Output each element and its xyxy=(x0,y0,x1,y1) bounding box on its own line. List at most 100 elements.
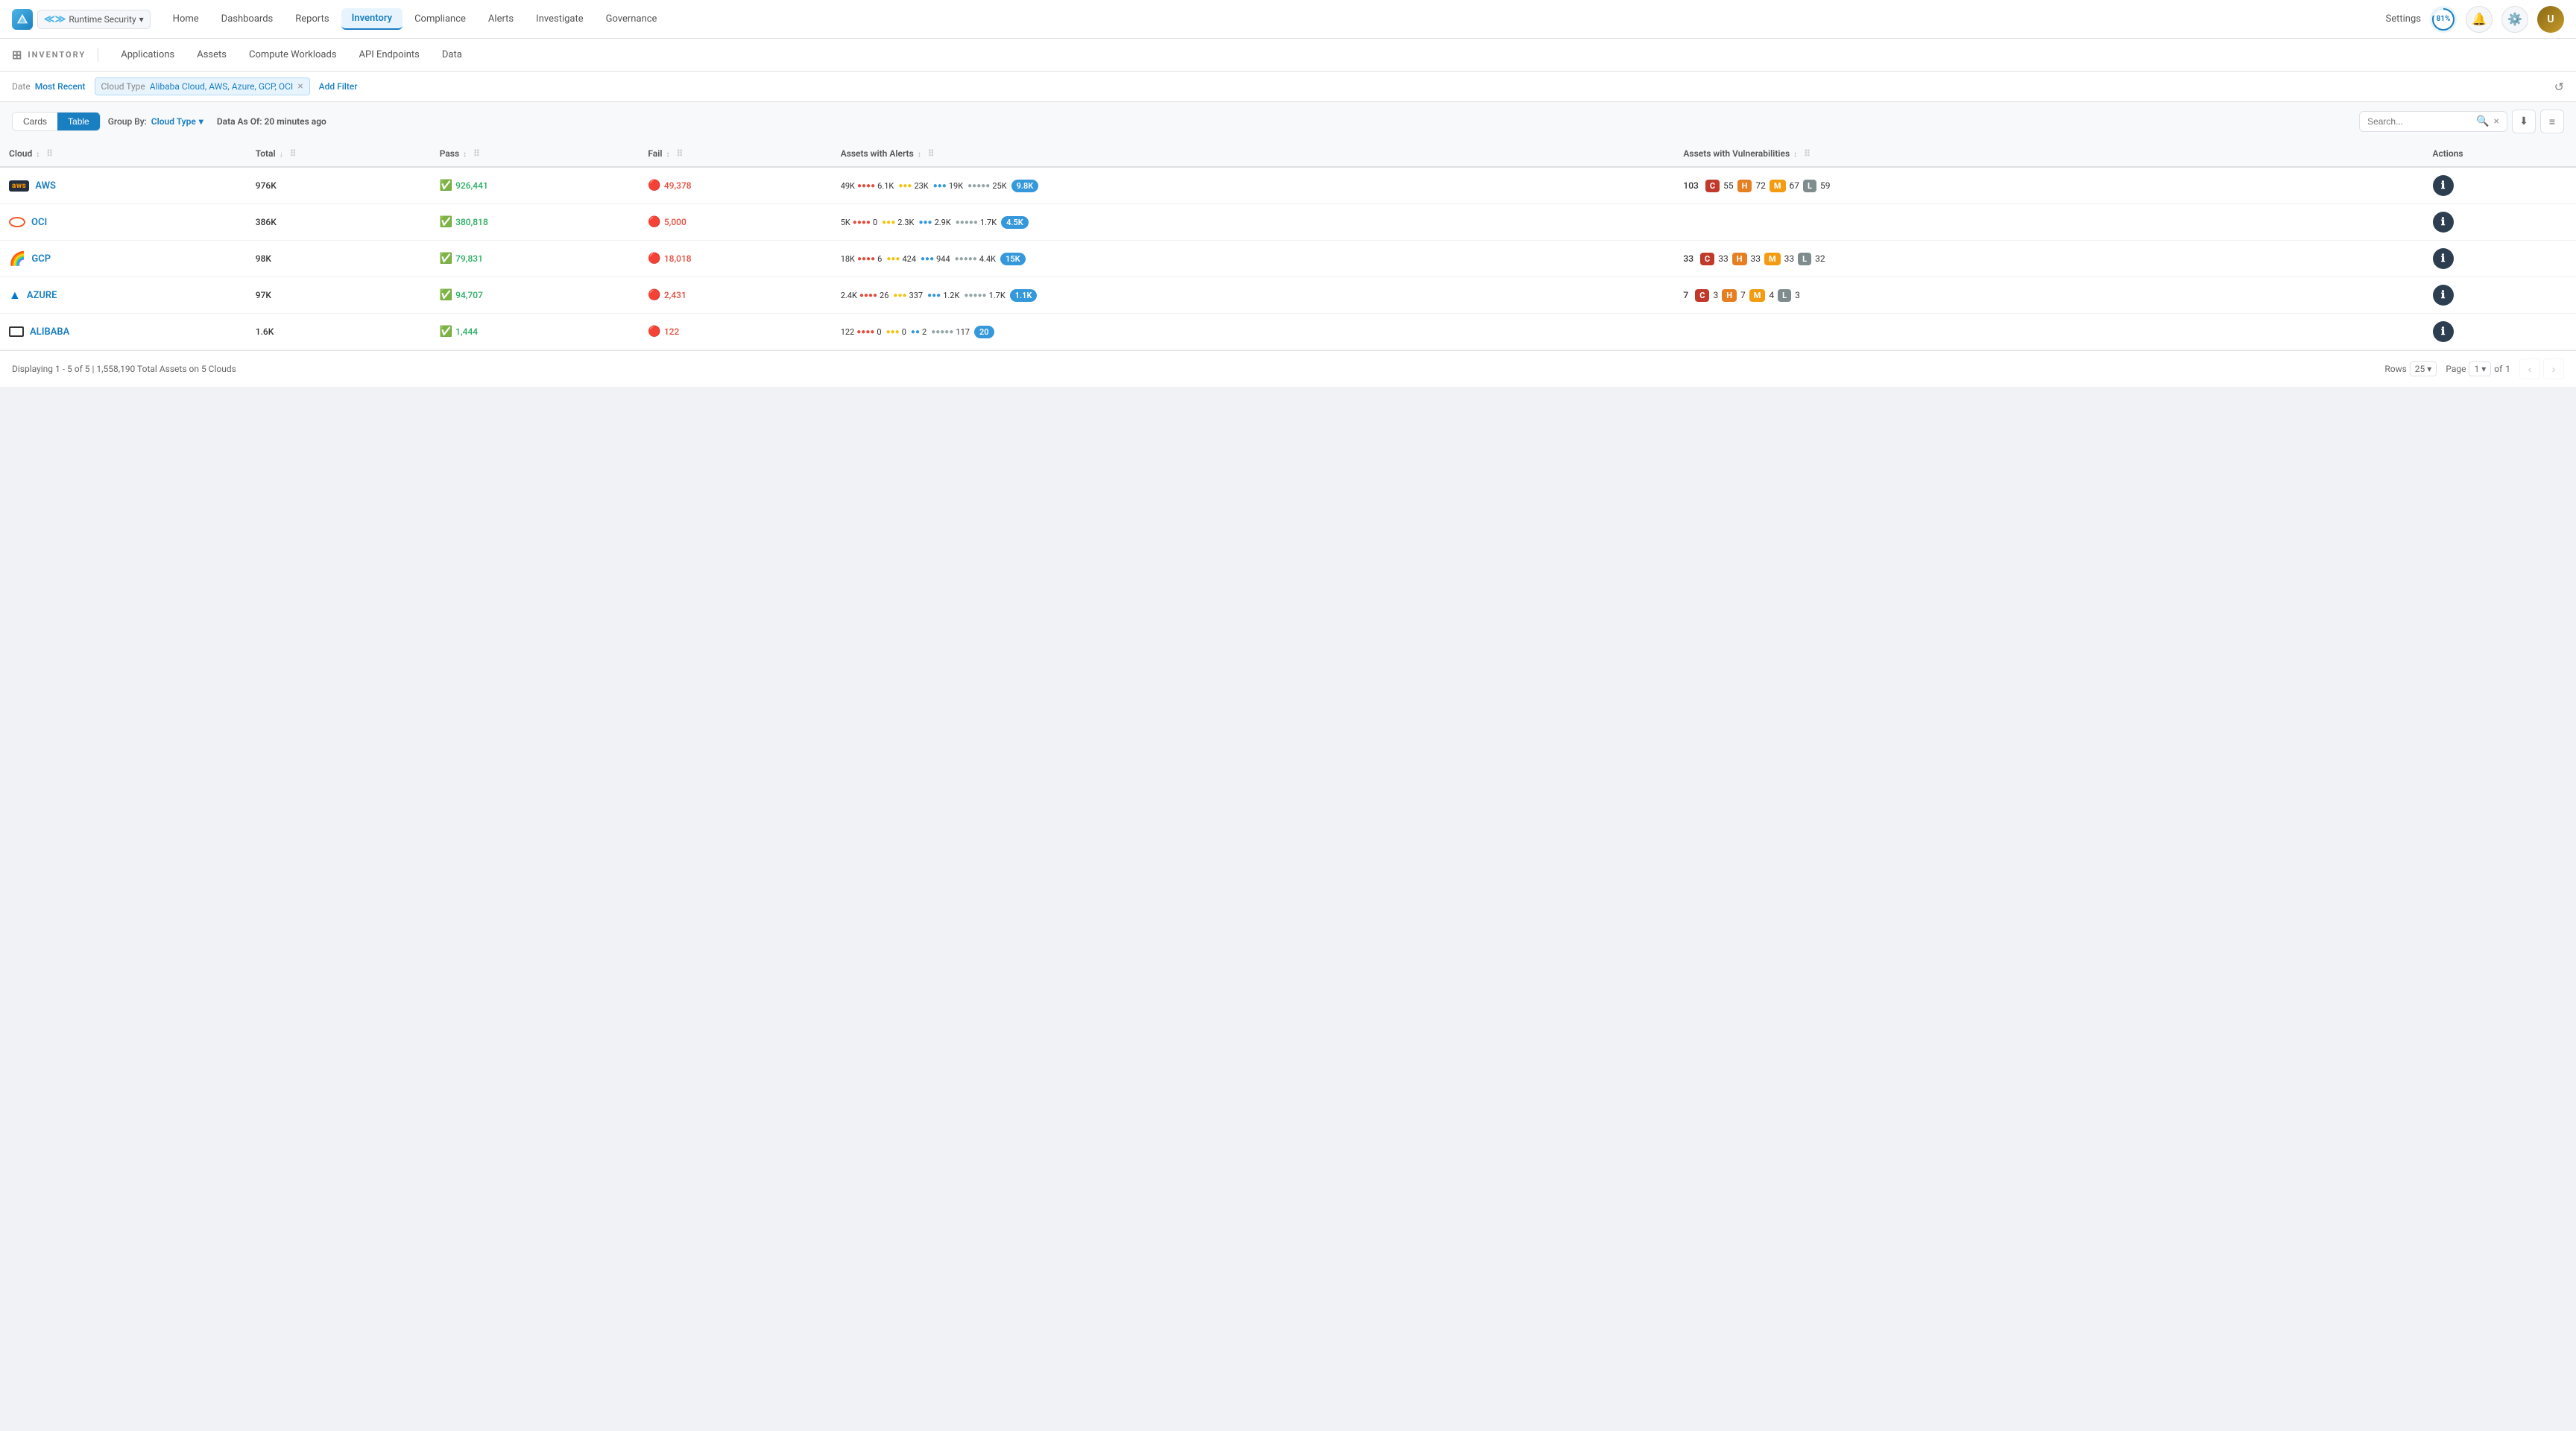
search-input[interactable] xyxy=(2367,116,2472,127)
vulns-sort-icon: ↕ xyxy=(1793,151,1797,159)
score-badge[interactable]: 81% xyxy=(2430,6,2457,33)
nav-reports[interactable]: Reports xyxy=(285,9,339,29)
critical-count: 122 xyxy=(841,327,855,337)
info-alert-val: 1.7K xyxy=(989,291,1006,300)
medium-alert-group: ●●● 337 xyxy=(893,291,923,300)
azure-logo-icon: ▲ xyxy=(9,288,21,303)
cloud-name-alibaba[interactable]: ALIBABA xyxy=(30,326,69,338)
groupby-select[interactable]: Cloud Type ▾ xyxy=(151,116,203,127)
nav-investigate[interactable]: Investigate xyxy=(525,9,593,29)
total-value: 976K xyxy=(256,180,277,191)
low-alert-group: ●●● 944 xyxy=(921,254,950,264)
alert-total-badge[interactable]: 4.5K xyxy=(1001,216,1029,229)
pass-cell: ✅ 1,444 xyxy=(431,314,640,350)
alert-total-badge[interactable]: 9.8K xyxy=(1011,180,1039,192)
nav-api-endpoints[interactable]: API Endpoints xyxy=(349,45,430,65)
date-filter[interactable]: Date Most Recent xyxy=(12,81,86,92)
info-alert-group: ●●●●● 117 xyxy=(931,327,970,337)
inventory-nav-links: Applications Assets Compute Workloads AP… xyxy=(110,45,473,65)
low-dots-icon: ●●● xyxy=(933,182,947,190)
cloud-sort-icon: ↕ xyxy=(36,151,40,159)
critical-dots-icon: ●●●● xyxy=(857,255,875,263)
page-select-box[interactable]: 1 ▾ xyxy=(2469,361,2491,376)
alerts-drag-handle[interactable]: ⠿ xyxy=(928,148,935,159)
total-value: 97K xyxy=(256,290,271,300)
cloud-drag-handle[interactable]: ⠿ xyxy=(46,148,53,159)
settings-link[interactable]: Settings xyxy=(2386,13,2421,25)
add-filter-button[interactable]: Add Filter xyxy=(319,81,358,92)
brand-selector[interactable]: ≪≫ Runtime Security ▾ xyxy=(37,10,151,29)
nav-compute-workloads[interactable]: Compute Workloads xyxy=(239,45,347,65)
cloud-type-filter-remove[interactable]: × xyxy=(297,80,303,92)
columns-button[interactable]: ≡ xyxy=(2540,110,2564,133)
pass-column-header[interactable]: Pass ↕ ⠿ xyxy=(431,141,640,167)
table-view-button[interactable]: Table xyxy=(57,113,100,130)
low-vuln-count: 59 xyxy=(1820,180,1831,191)
fail-drag-handle[interactable]: ⠿ xyxy=(676,148,683,159)
high-alert-val: 0 xyxy=(873,218,877,227)
alert-total-badge[interactable]: 20 xyxy=(974,326,994,338)
nav-inventory[interactable]: Inventory xyxy=(341,8,403,30)
gear-icon: ⚙️ xyxy=(2507,12,2522,26)
prev-page-button[interactable]: ‹ xyxy=(2519,358,2540,379)
nav-data[interactable]: Data xyxy=(432,45,473,65)
rows-select-box[interactable]: 25 ▾ xyxy=(2410,361,2437,376)
total-cell: 97K xyxy=(247,277,431,314)
cloud-name-aws[interactable]: AWS xyxy=(35,180,56,192)
alerts-cell: 2.4K ●●●● 26 ●●● 337 ●●● 1.2K ●●●●● 1.7K… xyxy=(832,277,1675,314)
nav-governance[interactable]: Governance xyxy=(596,9,668,29)
action-info-button[interactable]: ℹ xyxy=(2433,321,2454,342)
action-info-button[interactable]: ℹ xyxy=(2433,285,2454,306)
cloud-name-gcp[interactable]: GCP xyxy=(31,253,51,265)
fail-cell: 🔴 5,000 xyxy=(639,204,831,241)
total-column-header[interactable]: Total ↓ ⠿ xyxy=(247,141,431,167)
pass-drag-handle[interactable]: ⠿ xyxy=(473,148,480,159)
undo-button[interactable]: ↺ xyxy=(2554,80,2564,94)
nav-assets[interactable]: Assets xyxy=(186,45,237,65)
vulns-column-header[interactable]: Assets with Vulnerabilities ↕ ⠿ xyxy=(1674,141,2423,167)
action-info-button[interactable]: ℹ xyxy=(2433,212,2454,233)
total-cell: 1.6K xyxy=(247,314,431,350)
score-value: 81% xyxy=(2434,10,2453,29)
alert-total-badge[interactable]: 15K xyxy=(1000,253,1026,265)
cloud-type-filter[interactable]: Cloud Type Alibaba Cloud, AWS, Azure, GC… xyxy=(95,78,310,95)
nav-compliance[interactable]: Compliance xyxy=(404,9,476,29)
page-selector: Page 1 ▾ of 1 xyxy=(2446,361,2510,376)
aws-logo-icon: aws xyxy=(9,180,29,192)
total-cell: 386K xyxy=(247,204,431,241)
fail-error-icon: 🔴 xyxy=(648,326,660,338)
action-info-button[interactable]: ℹ xyxy=(2433,175,2454,196)
medium-alert-group: ●●● 0 xyxy=(886,327,906,337)
high-alert-val: 6 xyxy=(877,254,882,264)
table-row: aws AWS 976K ✅ 926,441 🔴 49,378 49K ●●●● xyxy=(0,167,2576,204)
search-clear-icon[interactable]: × xyxy=(2494,116,2499,127)
settings-button[interactable]: ⚙️ xyxy=(2501,6,2528,33)
download-button[interactable]: ⬇ xyxy=(2512,110,2536,133)
notifications-button[interactable]: 🔔 xyxy=(2466,6,2493,33)
nav-applications[interactable]: Applications xyxy=(110,45,185,65)
cloud-name-azure[interactable]: AZURE xyxy=(27,290,57,301)
fail-column-header[interactable]: Fail ↕ ⠿ xyxy=(639,141,831,167)
search-icon[interactable]: 🔍 xyxy=(2476,116,2489,127)
total-drag-handle[interactable]: ⠿ xyxy=(290,148,297,159)
nav-alerts[interactable]: Alerts xyxy=(478,9,524,29)
user-avatar[interactable]: U xyxy=(2537,6,2564,33)
alerts-column-header[interactable]: Assets with Alerts ↕ ⠿ xyxy=(832,141,1675,167)
total-cell: 98K xyxy=(247,241,431,277)
app-logo[interactable] xyxy=(12,9,33,30)
cloud-column-header[interactable]: Cloud ↕ ⠿ xyxy=(0,141,247,167)
vulns-drag-handle[interactable]: ⠿ xyxy=(1804,148,1811,159)
next-page-button[interactable]: › xyxy=(2543,358,2564,379)
low-alert-val: 2.9K xyxy=(935,218,951,227)
action-info-button[interactable]: ℹ xyxy=(2433,248,2454,269)
main-navigation: Home Dashboards Reports Inventory Compli… xyxy=(162,8,2380,30)
cloud-name-oci[interactable]: OCI xyxy=(31,217,47,228)
inventory-icon: ⊞ xyxy=(12,48,23,62)
alert-total-badge[interactable]: 1.1K xyxy=(1010,289,1038,302)
low-alert-val: 19K xyxy=(949,181,963,191)
cards-view-button[interactable]: Cards xyxy=(13,113,57,130)
fail-value: 122 xyxy=(664,326,679,337)
nav-dashboards[interactable]: Dashboards xyxy=(211,9,284,29)
fail-value: 5,000 xyxy=(664,217,686,227)
nav-home[interactable]: Home xyxy=(162,9,209,29)
